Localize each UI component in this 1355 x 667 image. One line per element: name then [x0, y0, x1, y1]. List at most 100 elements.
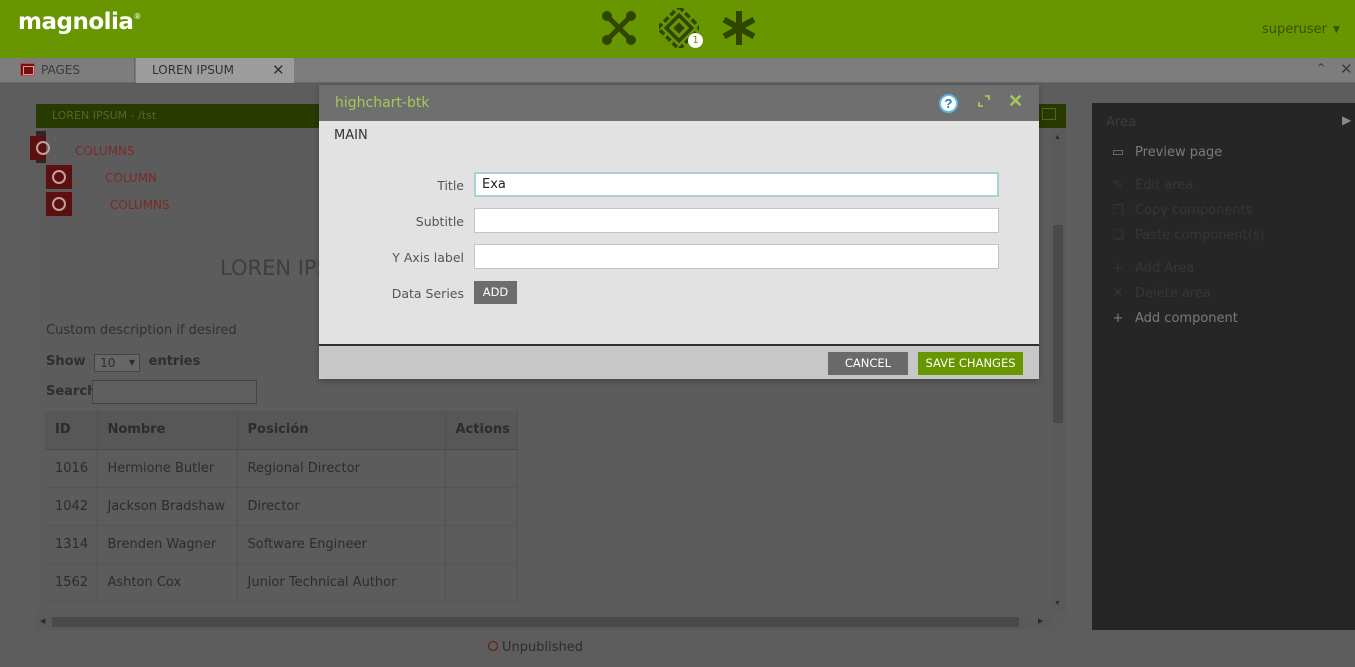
- tab-bar: PAGES LOREN IPSUM ✕ ⌃ ✕: [0, 58, 1355, 83]
- tab-main[interactable]: MAIN: [334, 128, 368, 143]
- description-text: Custom description if desired: [46, 323, 237, 338]
- apps-icon[interactable]: [599, 8, 639, 48]
- magnolia-logo[interactable]: magnolia®: [18, 9, 141, 35]
- data-series-label: Data Series: [391, 286, 464, 301]
- dialog-footer: CANCEL SAVE CHANGES: [319, 344, 1039, 379]
- table-row: 1562 Ashton Cox Junior Technical Author: [45, 563, 518, 602]
- action-delete-area[interactable]: ✕ Delete area: [1108, 286, 1211, 301]
- title-label: Title: [437, 178, 464, 193]
- vertical-scroll-thumb[interactable]: [1053, 225, 1063, 423]
- action-add-component[interactable]: + Add component: [1108, 311, 1238, 326]
- table-cell: [445, 449, 518, 488]
- show-label: Show: [46, 354, 86, 369]
- save-changes-button[interactable]: SAVE CHANGES: [918, 352, 1023, 375]
- scroll-down-icon[interactable]: ▼: [1054, 600, 1061, 607]
- preview-icon: ▭: [1111, 145, 1125, 160]
- add-series-button[interactable]: ADD: [474, 281, 517, 304]
- frame-title: LOREN IPSUM - /tst: [52, 109, 157, 122]
- dialog-header: highchart-btk ? ✕: [319, 85, 1039, 121]
- table-cell: [445, 525, 518, 564]
- table-cell: Hermione Butler: [97, 449, 238, 488]
- table-cell: [445, 487, 518, 526]
- column-header[interactable]: Actions: [445, 411, 518, 450]
- top-bar: magnolia® 1 superuser ▼: [0, 0, 1355, 58]
- table-cell: 1562: [45, 563, 98, 602]
- plus-icon: +: [1112, 261, 1124, 276]
- delete-icon: ✕: [1112, 286, 1124, 301]
- entries-label: entries: [148, 354, 201, 369]
- horizontal-scroll-thumb[interactable]: [52, 617, 1019, 627]
- structure-label[interactable]: COLUMN: [105, 171, 157, 185]
- entries-control: Show 10 ▼ entries: [46, 354, 200, 372]
- action-edit-area[interactable]: ✎ Edit area: [1108, 178, 1194, 193]
- table-cell: 1042: [45, 487, 98, 526]
- table-cell: 1314: [45, 525, 98, 564]
- table-cell: Jackson Bradshaw: [97, 487, 238, 526]
- column-header[interactable]: Posición: [237, 411, 446, 450]
- table-cell: Junior Technical Author: [237, 563, 446, 602]
- subtitle-label: Subtitle: [415, 214, 464, 229]
- action-preview-page[interactable]: ▭ Preview page: [1108, 145, 1222, 160]
- caret-down-icon: ▼: [1332, 25, 1340, 35]
- scroll-left-icon[interactable]: ◀: [40, 617, 45, 625]
- publish-status: Unpublished: [488, 640, 583, 655]
- status-text: Unpublished: [502, 640, 583, 655]
- data-table: ID Nombre Posición Actions 1016 Hermione…: [45, 411, 518, 602]
- expand-icon[interactable]: [976, 93, 992, 109]
- tab-label: PAGES: [41, 63, 80, 77]
- table-cell: Regional Director: [237, 449, 446, 488]
- table-cell: Director: [237, 487, 446, 526]
- structure-label[interactable]: COLUMNS: [75, 144, 135, 158]
- paste-icon: ❏: [1112, 228, 1124, 243]
- pages-icon: [20, 63, 35, 76]
- edit-dialog: highchart-btk ? ✕ MAIN Title Subtitle Y …: [319, 85, 1039, 379]
- area-handle[interactable]: [30, 136, 50, 160]
- table-cell: Ashton Cox: [97, 563, 238, 602]
- column-header[interactable]: Nombre: [97, 411, 238, 450]
- help-icon[interactable]: ?: [939, 94, 958, 113]
- table-cell: [445, 563, 518, 602]
- tab-pages[interactable]: PAGES: [0, 58, 135, 83]
- table-cell: 1016: [45, 449, 98, 488]
- table-header-row: ID Nombre Posición Actions: [45, 411, 518, 450]
- caret-down-icon: ▼: [128, 358, 136, 367]
- action-copy-components[interactable]: ❐ Copy components: [1108, 203, 1252, 218]
- collapse-arrow-icon[interactable]: ▶: [1342, 113, 1351, 127]
- subtitle-input[interactable]: [474, 208, 999, 233]
- component-handle[interactable]: [46, 192, 72, 216]
- component-handle[interactable]: [46, 165, 72, 189]
- favorites-icon[interactable]: [719, 8, 759, 48]
- copy-icon: ❐: [1112, 203, 1124, 218]
- edit-icon: ✎: [1112, 178, 1124, 193]
- y-axis-label: Y Axis label: [392, 250, 464, 265]
- y-axis-label-input[interactable]: [474, 244, 999, 269]
- search-input[interactable]: [92, 380, 257, 404]
- status-dot-icon: [488, 641, 498, 651]
- action-bar-title: Area: [1106, 115, 1136, 130]
- close-app-icon[interactable]: ✕: [1340, 60, 1353, 78]
- table-cell: Software Engineer: [237, 525, 446, 564]
- action-add-area[interactable]: + Add Area: [1108, 261, 1195, 276]
- table-cell: Brenden Wagner: [97, 525, 238, 564]
- plus-icon: +: [1112, 311, 1124, 326]
- table-row: 1016 Hermione Butler Regional Director: [45, 449, 518, 488]
- table-row: 1314 Brenden Wagner Software Engineer: [45, 525, 518, 564]
- close-icon[interactable]: ✕: [1008, 91, 1023, 112]
- table-row: 1042 Jackson Bradshaw Director: [45, 487, 518, 526]
- column-header[interactable]: ID: [45, 411, 98, 450]
- title-input[interactable]: [474, 172, 999, 197]
- frame-toggle-icon[interactable]: [1042, 108, 1056, 120]
- dialog-title: highchart-btk: [335, 95, 430, 111]
- close-icon[interactable]: ✕: [272, 58, 285, 83]
- tab-label: LOREN IPSUM: [152, 63, 234, 77]
- notification-badge: 1: [688, 33, 703, 48]
- scroll-right-icon[interactable]: ▶: [1038, 617, 1043, 625]
- entries-select[interactable]: 10 ▼: [94, 354, 141, 372]
- structure-label[interactable]: COLUMNS: [110, 198, 170, 212]
- cancel-button[interactable]: CANCEL: [828, 352, 908, 375]
- tab-loren-ipsum[interactable]: LOREN IPSUM: [136, 58, 294, 83]
- action-paste-components[interactable]: ❏ Paste component(s): [1108, 228, 1265, 243]
- user-menu[interactable]: superuser ▼: [1262, 22, 1340, 37]
- scroll-up-icon[interactable]: ▲: [1054, 134, 1061, 141]
- collapse-icon[interactable]: ⌃: [1316, 61, 1326, 75]
